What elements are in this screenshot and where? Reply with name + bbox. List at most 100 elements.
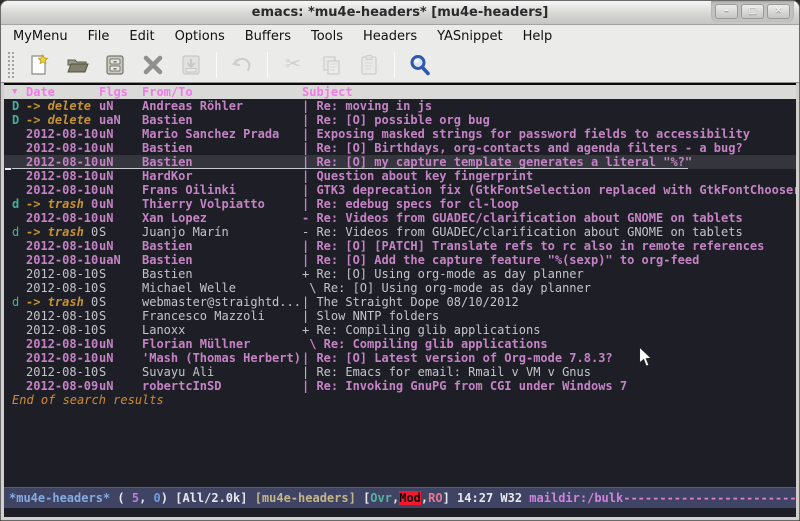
message-row[interactable]: d-> trash 0Swebmaster@straightd...| The … (4, 295, 796, 309)
message-row[interactable]: 2012-08-10SLanoxx+ Re: Compiling glib ap… (4, 323, 796, 337)
message-row[interactable]: 2012-08-10uNBastien| Re: [O] [PATCH] Tra… (4, 239, 796, 253)
mark-char (12, 141, 26, 155)
message-row[interactable]: 2012-08-10uNBastien| Re: [O] Birthdays, … (4, 141, 796, 155)
menu-item-tools[interactable]: Tools (304, 28, 350, 45)
message-row[interactable]: 2012-08-10SMichael Welle \ Re: [O] Using… (4, 281, 796, 295)
message-row[interactable]: 2012-08-09uNrobertcInSD| Re: Invoking Gn… (4, 379, 796, 393)
toolbar-grip-handle[interactable] (7, 51, 14, 79)
message-row[interactable]: 2012-08-10uNBastien| Re: [O] my capture … (4, 155, 796, 169)
message-row[interactable]: d-> trash 0uNThierry Volpiatto| Re: edeb… (4, 197, 796, 211)
message-row[interactable]: D-> deleteuNAndreas Röhler| Re: moving i… (4, 99, 796, 113)
message-flags: S (99, 309, 142, 323)
column-header-flags[interactable]: Flgs (99, 85, 142, 99)
modeline-segment-mode: [mu4e-headers] (255, 491, 356, 505)
mark-char: d (12, 295, 26, 309)
message-row[interactable]: 2012-08-10SFrancesco Mazzoli| Slow NNTP … (4, 309, 796, 323)
close-buffer-button[interactable] (140, 52, 166, 78)
mark-char (12, 309, 26, 323)
message-flags: S (99, 267, 142, 281)
message-from: Mario Sanchez Prada (142, 127, 302, 141)
message-row[interactable]: 2012-08-10uN'Mash (Thomas Herbert)| Re: … (4, 351, 796, 365)
menu-item-options[interactable]: Options (168, 28, 232, 45)
message-row[interactable]: D-> deleteuaNBastien| Re: [O] possible o… (4, 113, 796, 127)
message-subject: | Re: edebug specs for cl-loop (302, 197, 796, 211)
save-button[interactable] (102, 52, 128, 78)
cut-button[interactable]: ✂ (280, 52, 306, 78)
new-file-button[interactable] (26, 52, 52, 78)
message-row[interactable]: 2012-08-10SSuvayu Ali| Re: Emacs for ema… (4, 365, 796, 379)
copy-button[interactable] (318, 52, 344, 78)
modeline-segment: ] 14:27 W32 (443, 491, 530, 505)
undo-icon (230, 53, 254, 77)
close-button[interactable]: ✕ (767, 4, 790, 19)
message-row[interactable]: 2012-08-10uaNBastien| Re: [O] Add the ca… (4, 253, 796, 267)
mark-action-label: -> trash (26, 295, 84, 309)
message-flags: S (99, 295, 142, 309)
mark-char (12, 267, 26, 281)
new-file-icon (27, 53, 51, 77)
menu-item-file[interactable]: File (81, 28, 117, 45)
message-row[interactable]: d-> trash 0SJuanjo Marín- Re: Videos fro… (4, 225, 796, 239)
menu-item-yasnippet[interactable]: YASnippet (430, 28, 510, 45)
message-subject: - Re: Videos from GUADEC/clarification a… (302, 225, 796, 239)
mark-char (12, 323, 26, 337)
end-of-search-message: End of search results (4, 393, 796, 407)
echo-area[interactable] (4, 508, 796, 517)
message-date: 2012-08-10 (26, 239, 99, 253)
search-button[interactable] (407, 52, 433, 78)
window-title: emacs: *mu4e-headers* [mu4e-headers] (1, 1, 799, 24)
column-header-subject[interactable]: Subject (302, 85, 353, 99)
message-subject: | GTK3 deprecation fix (GtkFontSelection… (302, 183, 796, 197)
message-from: Francesco Mazzoli (142, 309, 302, 323)
sort-descending-icon[interactable]: ▼ (12, 85, 26, 99)
undo-button[interactable] (229, 52, 255, 78)
message-date: 2012-08-10 (26, 323, 99, 337)
message-row[interactable]: 2012-08-10uNFrans Oilinki| GTK3 deprecat… (4, 183, 796, 197)
maximize-button[interactable]: □ (741, 4, 764, 19)
mark-action-label: -> trash (26, 197, 84, 211)
message-date: 2012-08-10 (26, 211, 99, 225)
menu-item-headers[interactable]: Headers (356, 28, 424, 45)
close-x-icon (141, 53, 165, 77)
message-from: Bastien (142, 155, 302, 169)
message-subject: | Re: [O] possible org bug (302, 113, 796, 127)
modeline-segment-num1: 5 (132, 491, 139, 505)
message-flags: uN (99, 351, 142, 365)
message-row[interactable]: 2012-08-10uNHardKor| Question about key … (4, 169, 796, 183)
paste-clipboard-icon (357, 53, 381, 77)
message-row[interactable]: 2012-08-10uNFlorian Müllner \ Re: Compil… (4, 337, 796, 351)
message-flags: S (99, 281, 142, 295)
save-as-button[interactable] (178, 52, 204, 78)
message-from: Bastien (142, 253, 302, 267)
message-flags: uN (99, 141, 142, 155)
menu-item-buffers[interactable]: Buffers (238, 28, 298, 45)
message-from: Juanjo Marín (142, 225, 302, 239)
message-row[interactable]: 2012-08-10uNXan Lopez- Re: Videos from G… (4, 211, 796, 225)
message-row[interactable]: 2012-08-10SBastien+ Re: [O] Using org-mo… (4, 267, 796, 281)
message-date: 2012-08-10 (26, 127, 99, 141)
message-row[interactable]: 2012-08-10uNMario Sanchez Prada| Exposin… (4, 127, 796, 141)
column-header-from[interactable]: From/To (142, 85, 302, 99)
message-subject: \ Re: [O] Using org-mode as day planner (302, 281, 796, 295)
toolbar-separator (216, 52, 217, 78)
window-controls: – □ ✕ (711, 1, 794, 22)
message-from: Bastien (142, 113, 302, 127)
titlebar: emacs: *mu4e-headers* [mu4e-headers] – □… (1, 1, 799, 25)
message-subject: | Slow NNTP folders (302, 309, 796, 323)
message-list: D-> deleteuNAndreas Röhler| Re: moving i… (4, 99, 796, 393)
column-header-date[interactable]: Date (26, 85, 99, 99)
message-date: 2012-08-10 (26, 309, 99, 323)
mark-target: -> trash 0 (26, 295, 99, 309)
modeline-segment-ovr: Ovr (370, 491, 392, 505)
message-from: Thierry Volpiatto (142, 197, 302, 211)
copy-icon (319, 53, 343, 77)
toolbar-separator (267, 52, 268, 78)
paste-button[interactable] (356, 52, 382, 78)
menu-item-mymenu[interactable]: MyMenu (6, 28, 75, 45)
message-date: 2012-08-10 (26, 253, 99, 267)
menu-item-help[interactable]: Help (516, 28, 560, 45)
open-folder-button[interactable] (64, 52, 90, 78)
message-date: 2012-08-10 (26, 365, 99, 379)
menu-item-edit[interactable]: Edit (122, 28, 161, 45)
minimize-button[interactable]: – (715, 4, 738, 19)
